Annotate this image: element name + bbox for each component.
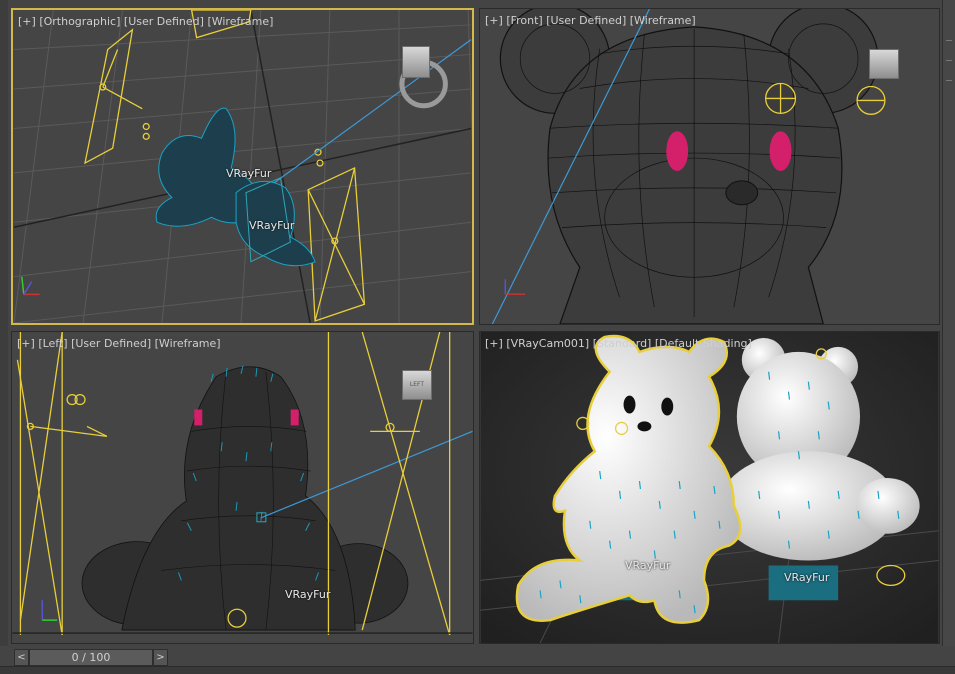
left-edge-panel: [0, 0, 8, 646]
vrayfur-tag: VRayFur: [226, 167, 272, 180]
viewport-label-orthographic[interactable]: [+] [Orthographic] [User Defined] [Wiref…: [18, 15, 273, 28]
viewcube-orthographic[interactable]: [402, 46, 430, 78]
viewport-orthographic[interactable]: [+] [Orthographic] [User Defined] [Wiref…: [11, 8, 474, 325]
viewcube-left[interactable]: LEFT: [402, 370, 432, 400]
viewport-label-vraycam[interactable]: [+] [VRayCam001] [Standard] [Default Sha…: [485, 337, 752, 350]
time-slider[interactable]: 0 / 100: [29, 649, 153, 666]
vrayfur-tag: VRayFur: [249, 219, 295, 232]
timeline-next-button[interactable]: >: [153, 649, 168, 666]
timeline-prev-button[interactable]: <: [14, 649, 29, 666]
right-edge-panel: [942, 0, 955, 646]
viewport-left[interactable]: LEFT [+] [Left] [User Defined] [Wirefram…: [11, 331, 474, 644]
vrayfur-tag: VRayFur: [625, 559, 671, 572]
vrayfur-tag: VRayFur: [784, 571, 830, 584]
viewcube-front[interactable]: [869, 49, 899, 79]
viewport-front[interactable]: [+] [Front] [User Defined] [Wireframe]: [479, 8, 940, 325]
vrayfur-tag: VRayFur: [285, 588, 331, 601]
viewport-label-left[interactable]: [+] [Left] [User Defined] [Wireframe]: [17, 337, 221, 350]
viewport-vraycam[interactable]: [+] [VRayCam001] [Standard] [Default Sha…: [479, 331, 940, 644]
timeline-bar: < 0 / 100 >: [0, 646, 955, 674]
vraycam-scene: [480, 332, 939, 643]
viewport-label-front[interactable]: [+] [Front] [User Defined] [Wireframe]: [485, 14, 696, 27]
